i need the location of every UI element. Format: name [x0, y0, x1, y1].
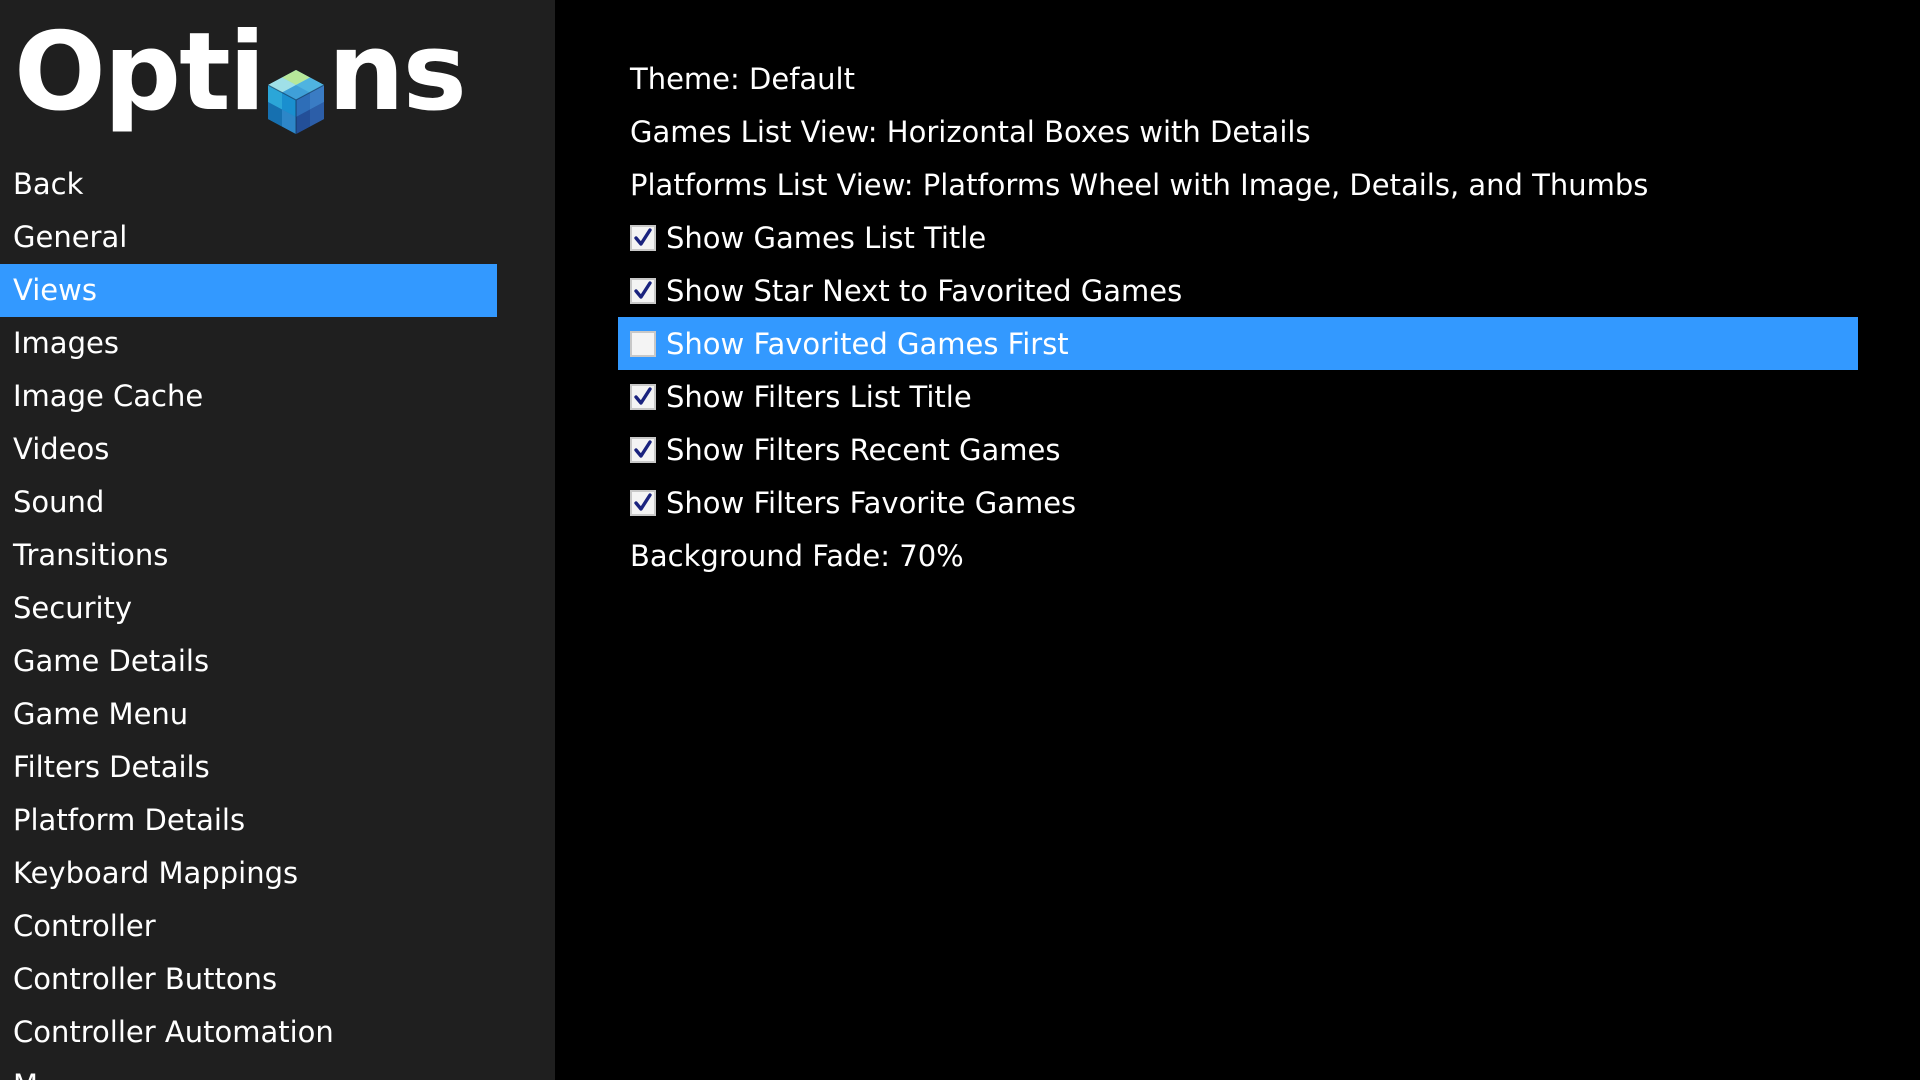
option-label: Show Favorited Games First — [666, 326, 1069, 361]
sidebar-item-images[interactable]: Images — [0, 317, 497, 370]
options-logo: Opti ns — [14, 8, 467, 138]
check-icon — [634, 492, 652, 511]
sidebar-item-controller-buttons[interactable]: Controller Buttons — [0, 953, 497, 1006]
sidebar-item-transitions[interactable]: Transitions — [0, 529, 497, 582]
option-games-list-view[interactable]: Games List View: Horizontal Boxes with D… — [618, 105, 1858, 158]
sidebar-item-more[interactable]: M... — [0, 1059, 497, 1080]
check-icon — [634, 280, 652, 299]
option-label: Games List View: Horizontal Boxes with D… — [630, 114, 1311, 149]
option-label: Platforms List View: Platforms Wheel wit… — [630, 167, 1649, 202]
option-platforms-list-view[interactable]: Platforms List View: Platforms Wheel wit… — [618, 158, 1858, 211]
sidebar-item-image-cache[interactable]: Image Cache — [0, 370, 497, 423]
logo-text-start: Opti — [14, 10, 266, 135]
sidebar-item-controller[interactable]: Controller — [0, 900, 497, 953]
option-label: Show Filters List Title — [666, 379, 972, 414]
logo-text-end: ns — [327, 10, 467, 135]
sidebar-item-general[interactable]: General — [0, 211, 497, 264]
option-show-filters-favorite-games[interactable]: Show Filters Favorite Games — [618, 476, 1858, 529]
option-label: Show Filters Favorite Games — [666, 485, 1077, 520]
sidebar-item-controller-automation[interactable]: Controller Automation — [0, 1006, 497, 1059]
sidebar-item-platform-details[interactable]: Platform Details — [0, 794, 497, 847]
option-show-filters-list-title[interactable]: Show Filters List Title — [618, 370, 1858, 423]
check-icon — [634, 439, 652, 458]
views-options-panel: Theme: Default Games List View: Horizont… — [555, 0, 1920, 1080]
checkbox-checked[interactable] — [630, 383, 656, 410]
option-background-fade[interactable]: Background Fade: 70% — [618, 529, 1858, 582]
options-screen: Opti ns Back General Views Images Image … — [0, 0, 1920, 1080]
cube-logo-icon — [266, 46, 326, 134]
sidebar-item-sound[interactable]: Sound — [0, 476, 497, 529]
option-label: Background Fade: 70% — [630, 538, 964, 573]
options-list: Theme: Default Games List View: Horizont… — [618, 52, 1858, 582]
checkbox-checked[interactable] — [630, 489, 656, 516]
option-show-favorited-games-first[interactable]: Show Favorited Games First — [618, 317, 1858, 370]
checkbox-unchecked[interactable] — [630, 330, 656, 357]
option-label: Show Filters Recent Games — [666, 432, 1061, 467]
sidebar-menu: Back General Views Images Image Cache Vi… — [0, 158, 497, 1080]
option-show-star-next-to-favorited[interactable]: Show Star Next to Favorited Games — [618, 264, 1858, 317]
option-label: Show Games List Title — [666, 220, 987, 255]
option-label: Show Star Next to Favorited Games — [666, 273, 1183, 308]
sidebar-item-views[interactable]: Views — [0, 264, 497, 317]
option-show-games-list-title[interactable]: Show Games List Title — [618, 211, 1858, 264]
sidebar-item-game-menu[interactable]: Game Menu — [0, 688, 497, 741]
checkbox-checked[interactable] — [630, 277, 656, 304]
check-icon — [634, 227, 652, 246]
option-label: Theme: Default — [630, 61, 855, 96]
sidebar-item-game-details[interactable]: Game Details — [0, 635, 497, 688]
checkbox-checked[interactable] — [630, 436, 656, 463]
option-show-filters-recent-games[interactable]: Show Filters Recent Games — [618, 423, 1858, 476]
option-theme[interactable]: Theme: Default — [618, 52, 1858, 105]
sidebar-item-back[interactable]: Back — [0, 158, 497, 211]
checkbox-checked[interactable] — [630, 224, 656, 251]
sidebar-item-videos[interactable]: Videos — [0, 423, 497, 476]
check-icon — [634, 386, 652, 405]
sidebar-item-filters-details[interactable]: Filters Details — [0, 741, 497, 794]
sidebar: Opti ns Back General Views Images Image … — [0, 0, 555, 1080]
sidebar-item-keyboard-mappings[interactable]: Keyboard Mappings — [0, 847, 497, 900]
sidebar-item-security[interactable]: Security — [0, 582, 497, 635]
